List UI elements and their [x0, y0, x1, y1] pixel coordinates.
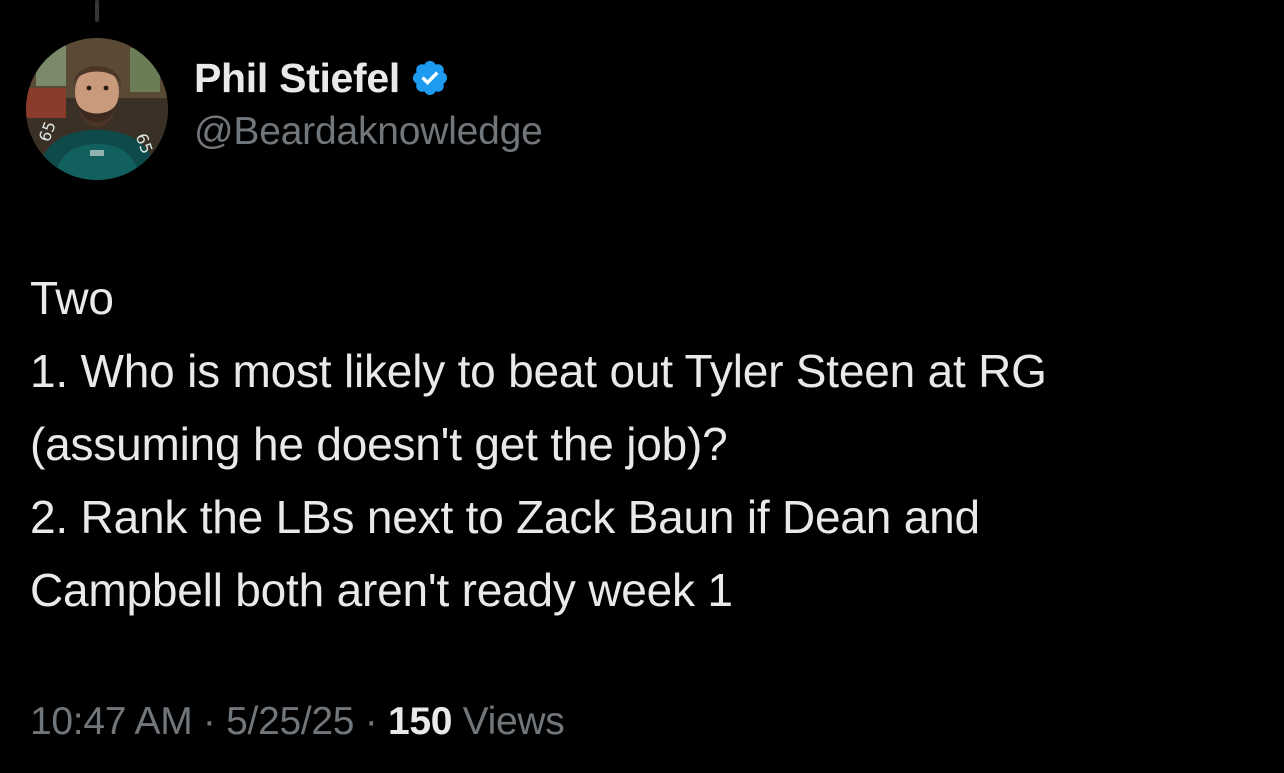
views-count[interactable]: 150 — [388, 700, 452, 743]
author-display-name[interactable]: Phil Stiefel — [194, 55, 400, 102]
meta-separator: · — [354, 700, 388, 743]
tweet-meta: 10:47 AM · 5/25/25 · 150 Views — [30, 700, 565, 744]
thread-connector-line — [95, 0, 99, 22]
profile-photo-avatar-icon: 65 65 — [26, 38, 168, 180]
tweet-time[interactable]: 10:47 AM — [30, 700, 193, 743]
tweet-text-line: 2. Rank the LBs next to Zack Baun if Dea… — [30, 491, 980, 543]
views-label: Views — [452, 700, 565, 743]
author-handle[interactable]: @Beardaknowledge — [194, 110, 543, 154]
tweet-text-line: (assuming he doesn't get the job)? — [30, 418, 728, 470]
verified-badge-icon[interactable] — [410, 58, 450, 98]
tweet-text: Two 1. Who is most likely to beat out Ty… — [30, 262, 1260, 627]
tweet-text-line: Two — [30, 272, 114, 324]
author-name-row: Phil Stiefel — [194, 52, 543, 104]
author-info: Phil Stiefel @Beardaknowledge — [194, 52, 543, 154]
tweet-date[interactable]: 5/25/25 — [226, 700, 354, 743]
meta-separator: · — [192, 700, 227, 743]
tweet-text-line: Campbell both aren't ready week 1 — [30, 564, 733, 616]
avatar[interactable]: 65 65 — [26, 38, 168, 180]
tweet-text-line: 1. Who is most likely to beat out Tyler … — [30, 345, 1047, 397]
